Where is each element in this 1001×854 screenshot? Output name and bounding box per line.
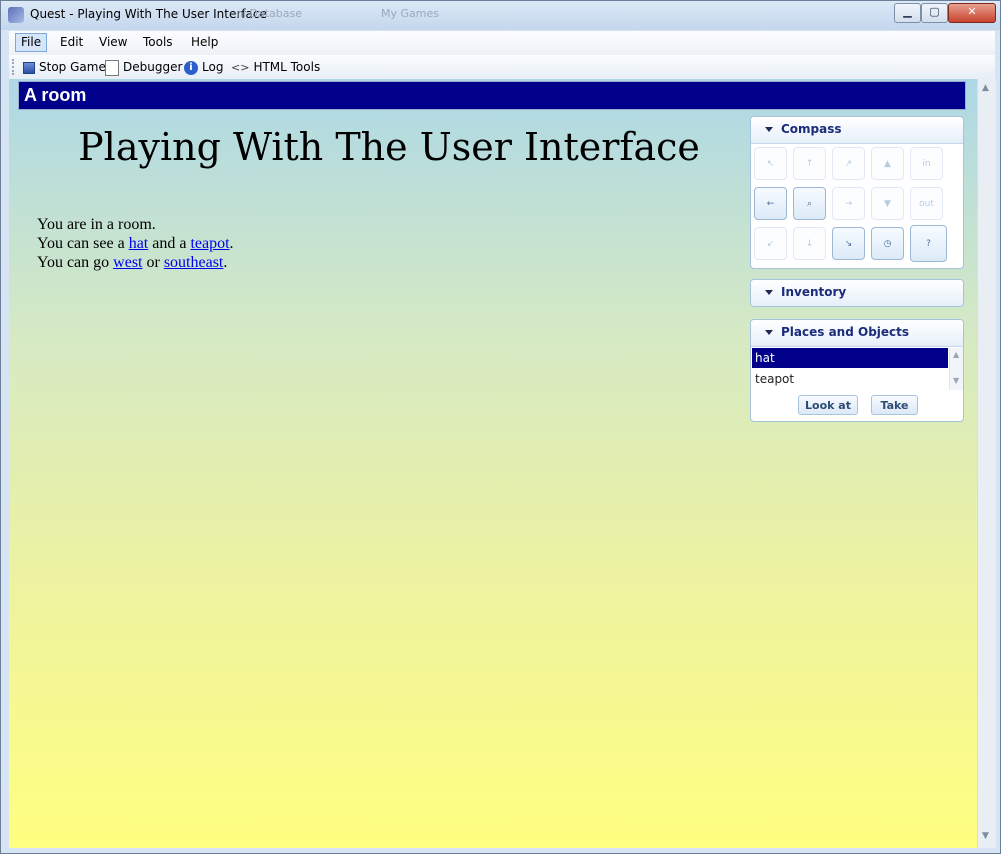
compass-down-button[interactable]: ▼	[871, 187, 904, 220]
link-west[interactable]: west	[113, 254, 142, 271]
compass-northwest-button[interactable]: ↖	[754, 147, 787, 180]
menu-edit[interactable]: Edit	[55, 34, 88, 51]
list-item-hat[interactable]: hat	[752, 348, 948, 368]
compass-northeast-button[interactable]: ↗	[832, 147, 865, 180]
take-button[interactable]: Take	[871, 395, 918, 415]
room-description: You are in a room. You can see a hat and…	[37, 215, 234, 272]
scroll-down-arrow-icon[interactable]: ▼	[982, 831, 989, 841]
text-or: or	[142, 254, 164, 271]
debugger-label: Debugger	[123, 60, 183, 74]
text-period: .	[229, 235, 234, 252]
scroll-down-arrow-icon[interactable]: ▼	[953, 376, 959, 385]
background-tab-1: nl Database	[236, 7, 303, 20]
log-label: Log	[202, 60, 224, 74]
room-name: A room	[24, 85, 87, 105]
log-button[interactable]: i Log	[184, 59, 223, 75]
places-objects-panel: Places and Objects hat teapot ▲ ▼ Look a…	[750, 319, 964, 422]
game-output-area: A room Playing With The User Interface Y…	[9, 79, 977, 848]
text-you-can-see: You can see a	[37, 235, 129, 252]
compass-help-button[interactable]: ?	[910, 225, 947, 262]
collapse-triangle-icon	[765, 290, 773, 295]
minimize-button[interactable]: ▁	[894, 3, 921, 23]
look-at-button[interactable]: Look at	[798, 395, 858, 415]
quest-app-icon	[8, 7, 24, 23]
compass-southeast-button[interactable]: ↘	[832, 227, 865, 260]
stop-game-button[interactable]: Stop Game	[23, 59, 106, 75]
stop-game-label: Stop Game	[39, 60, 106, 74]
compass-west-button[interactable]: ←	[754, 187, 787, 220]
link-teapot[interactable]: teapot	[190, 235, 229, 252]
places-objects-list[interactable]: hat teapot ▲ ▼	[752, 348, 963, 390]
room-name-bar: A room	[18, 81, 966, 110]
scroll-up-arrow-icon[interactable]: ▲	[982, 83, 989, 93]
compass-title: Compass	[781, 122, 842, 136]
menu-file[interactable]: File	[15, 33, 48, 52]
compass-in-button[interactable]: in	[910, 147, 943, 180]
menu-view[interactable]: View	[94, 34, 132, 51]
list-item-teapot[interactable]: teapot	[752, 369, 948, 389]
compass-south-button[interactable]: ↓	[793, 227, 826, 260]
compass-look-button[interactable]: ⌕	[793, 187, 826, 220]
inventory-panel: Inventory	[750, 279, 964, 307]
link-southeast[interactable]: southeast	[164, 254, 224, 271]
places-objects-title: Places and Objects	[781, 325, 910, 339]
inventory-title: Inventory	[781, 285, 847, 299]
debugger-button[interactable]: Debugger	[105, 59, 183, 76]
text-and-a: and a	[148, 235, 191, 252]
inventory-header[interactable]: Inventory	[751, 280, 963, 306]
title-bar: Quest - Playing With The User Interface …	[1, 1, 1000, 30]
list-scrollbar[interactable]: ▲ ▼	[949, 348, 963, 390]
places-objects-header[interactable]: Places and Objects	[751, 320, 963, 347]
game-title: Playing With The User Interface	[78, 125, 700, 169]
compass-southwest-button[interactable]: ↙	[754, 227, 787, 260]
maximize-button[interactable]: ▢	[921, 3, 948, 23]
toolbar: Stop Game Debugger i Log <> HTML Tools	[9, 55, 995, 80]
description-line-1: You are in a room.	[37, 216, 156, 233]
compass-wait-button[interactable]: ◷	[871, 227, 904, 260]
compass-east-button[interactable]: →	[832, 187, 865, 220]
description-line-3: You can go west or southeast.	[37, 253, 234, 272]
collapse-triangle-icon	[765, 330, 773, 335]
compass-panel: Compass ↖ ↑ ↗ ▲ in ← ⌕ → ▼ out ↙ ↓ ↘ ◷ ?	[750, 116, 964, 269]
text-you-can-go: You can go	[37, 254, 114, 271]
window-title: Quest - Playing With The User Interface	[30, 7, 267, 21]
html-tools-button[interactable]: <> HTML Tools	[231, 59, 320, 75]
info-icon: i	[184, 60, 198, 75]
html-tools-label: HTML Tools	[253, 60, 321, 74]
compass-out-button[interactable]: out	[910, 187, 943, 220]
toolbar-grip[interactable]	[12, 59, 16, 75]
collapse-triangle-icon	[765, 127, 773, 132]
menu-bar: File Edit View Tools Help	[9, 31, 995, 55]
text-period: .	[223, 254, 228, 271]
code-tools-icon: <>	[231, 60, 250, 74]
background-tab-2: My Games	[381, 7, 439, 20]
compass-north-button[interactable]: ↑	[793, 147, 826, 180]
menu-help[interactable]: Help	[186, 34, 223, 51]
description-line-2: You can see a hat and a teapot.	[37, 234, 234, 253]
close-button[interactable]: ✕	[948, 3, 996, 23]
link-hat[interactable]: hat	[129, 235, 149, 252]
quest-window: Quest - Playing With The User Interface …	[0, 0, 1001, 854]
stop-icon	[23, 61, 35, 74]
compass-up-button[interactable]: ▲	[871, 147, 904, 180]
menu-tools[interactable]: Tools	[138, 34, 178, 51]
output-scrollbar[interactable]: ▲ ▼	[977, 79, 996, 848]
compass-header[interactable]: Compass	[751, 117, 963, 144]
scroll-up-arrow-icon[interactable]: ▲	[953, 350, 959, 359]
debugger-icon	[105, 59, 119, 76]
